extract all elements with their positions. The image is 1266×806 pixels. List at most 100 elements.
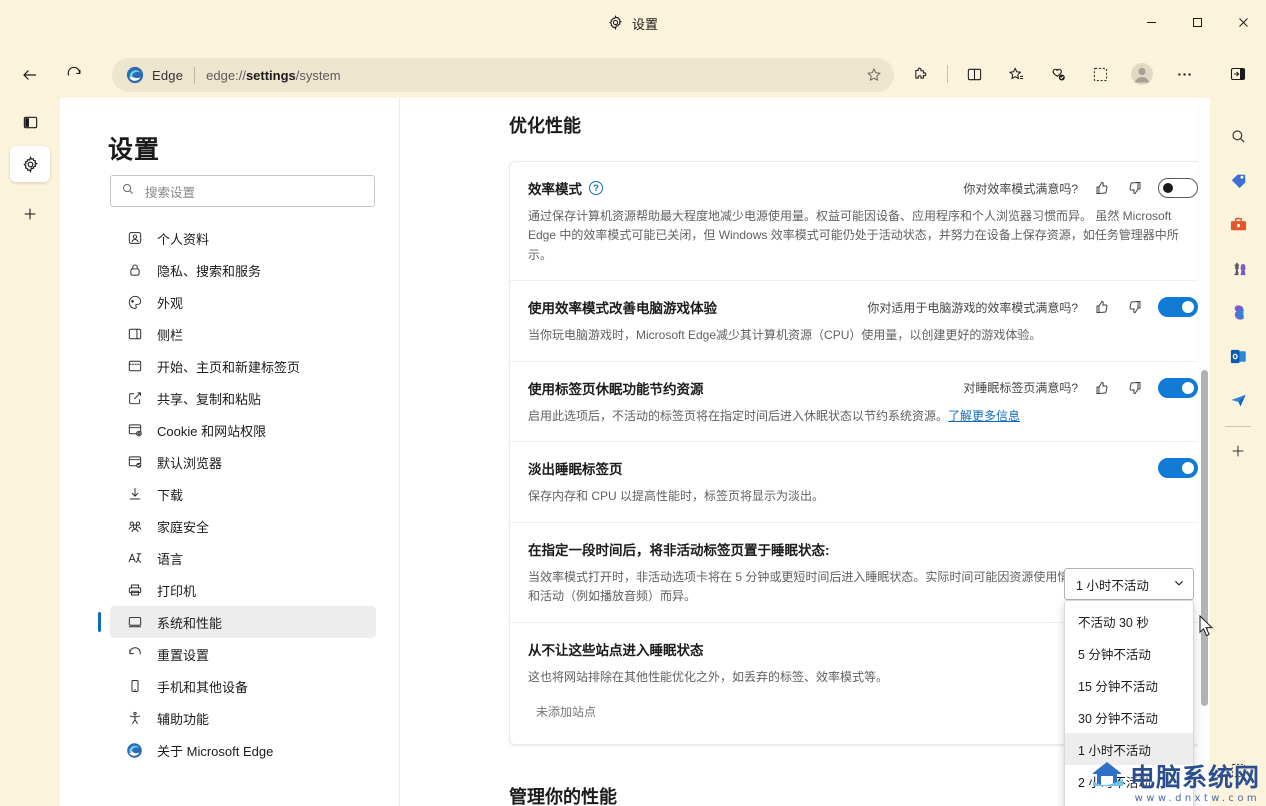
dropdown-option-3[interactable]: 15 分钟不活动 [1065,669,1193,701]
sidebar-item-5[interactable]: 开始、主页和新建标签页 [110,350,376,382]
sidebar-item-10[interactable]: 家庭安全 [110,510,376,542]
system-icon [126,614,143,631]
profile-icon [126,230,143,247]
title-bar: 设置 [0,0,1266,50]
content-scrollbar[interactable] [1198,98,1210,806]
sidebar-item-13[interactable]: 系统和性能 [98,606,376,638]
edge-logo-icon [126,742,143,759]
thumbs-down-icon[interactable] [1125,179,1144,198]
window-title-text: 设置 [631,17,658,32]
address-bar[interactable]: Edge edge://settings/system [112,58,894,92]
thumbs-up-icon[interactable] [1092,378,1111,397]
search-icon[interactable] [1220,118,1256,154]
sidebar-item-15[interactable]: 手机和其他设备 [110,670,376,702]
send-icon[interactable] [1220,382,1256,418]
dropdown-option-6[interactable]: 2 小时不活动 [1065,765,1193,797]
customize-sidebar-icon[interactable] [1220,752,1256,788]
efficiency-mode-toggle[interactable] [1158,178,1198,198]
sleeping-tabs-desc-text: 启用此选项后，不活动的标签页将在指定时间后进入休眠状态以节约系统资源。 [528,408,949,423]
maximize-button[interactable] [1174,0,1220,44]
dropdown-option-4[interactable]: 30 分钟不活动 [1065,701,1193,733]
chevron-down-icon [1173,577,1185,592]
dropdown-option-7[interactable]: 3 小时不活动 [1065,797,1193,806]
thumbs-down-icon[interactable] [1125,378,1144,397]
address-brand-label: Edge [152,67,184,83]
help-icon[interactable]: ? [589,181,603,195]
sidebar-item-11[interactable]: 语言 [110,542,376,574]
mouse-cursor [1199,614,1215,642]
reset-icon [126,646,143,663]
download-icon [126,486,143,503]
lock-icon [126,262,143,279]
address-separator [194,66,196,84]
sidebar-item-label: 默认浏览器 [157,455,223,471]
thumbs-down-icon[interactable] [1125,298,1144,317]
sleeping-tabs-title: 使用标签页休眠功能节约资源 [528,381,704,397]
split-screen-icon[interactable] [958,58,990,90]
minimize-button[interactable] [1128,0,1174,44]
copilot-icon[interactable] [1220,294,1256,330]
sidebar-item-3[interactable]: 外观 [110,286,376,318]
extensions-icon[interactable] [905,58,937,90]
sidebar-toggle-icon[interactable] [1222,58,1254,90]
sidebar-item-17[interactable]: 关于 Microsoft Edge [110,734,376,766]
settings-tab-icon[interactable] [10,146,50,182]
efficiency-mode-label: 效率模式 [528,182,582,197]
sidebar-item-2[interactable]: 隐私、搜索和服务 [110,254,376,286]
settings-page: 设置 搜索设置 个人资料 隐私、搜索和服务 外观 侧栏 开始、主页和新建标签页 共享、复制… [60,98,1210,806]
close-button[interactable] [1220,0,1266,44]
gaming-title: 使用效率模式改善电脑游戏体验 [528,301,717,317]
collections-icon[interactable] [1042,58,1074,90]
sidebar-item-4[interactable]: 侧栏 [110,318,376,350]
new-tab-icon[interactable] [10,196,50,232]
profile-avatar[interactable] [1126,58,1158,90]
games-icon[interactable] [1220,250,1256,286]
sidebar-item-7[interactable]: Cookie 和网站权限 [110,414,376,446]
tab-panel-icon[interactable] [10,104,50,140]
window-title-group: 设置 [0,14,1266,33]
dropdown-option-1[interactable]: 不活动 30 秒 [1065,605,1193,637]
scrollbar-thumb[interactable] [1201,370,1208,706]
star-outline-icon[interactable] [860,61,888,89]
sleeping-tabs-toggle[interactable] [1158,377,1198,398]
fade-tabs-toggle[interactable] [1158,458,1198,479]
gaming-efficiency-toggle[interactable] [1158,297,1198,318]
tools-icon[interactable] [1220,206,1256,242]
vertical-tab-rail [0,98,60,806]
never-sleep-title: 从不让这些站点进入睡眠状态 [528,642,704,658]
sleep-timer-dropdown[interactable]: 1 小时不活动 [1064,568,1194,600]
efficiency-feedback-question: 你对效率模式满意吗? [963,181,1078,196]
learn-more-link[interactable]: 了解更多信息 [948,409,1020,423]
sidebar-item-9[interactable]: 下载 [110,478,376,510]
sidebar-item-8[interactable]: 默认浏览器 [110,446,376,478]
dropdown-option-5[interactable]: 1 小时不活动 [1065,733,1193,765]
thumbs-up-icon[interactable] [1092,179,1111,198]
sidebar-item-12[interactable]: 打印机 [110,574,376,606]
sidebar-item-14[interactable]: 重置设置 [110,638,376,670]
sidebar-item-1[interactable]: 个人资料 [110,222,376,254]
sidebar-item-6[interactable]: 共享、复制和粘贴 [110,382,376,414]
sleeping-tabs-feedback-question: 对睡眠标签页满意吗? [963,381,1078,396]
sidebar-divider [1225,426,1251,427]
search-placeholder: 搜索设置 [145,185,196,200]
sleep-timer-dropdown-list[interactable]: 不活动 30 秒5 分钟不活动 15 分钟不活动 30 分钟不活动 1 小时不活动 2 … [1064,600,1194,806]
more-options-icon[interactable] [1168,58,1200,90]
window-controls [1128,0,1266,44]
search-input[interactable]: 搜索设置 [110,175,375,207]
settings-nav-list: 个人资料 隐私、搜索和服务 外观 侧栏 开始、主页和新建标签页 共享、复制和粘贴 Cooki… [98,222,376,766]
dropdown-option-2[interactable]: 5 分钟不活动 [1065,637,1193,669]
sidebar-item-16[interactable]: 辅助功能 [110,702,376,734]
outlook-icon[interactable] [1220,338,1256,374]
thumbs-up-icon[interactable] [1092,298,1111,317]
family-icon [126,518,143,535]
favorites-icon[interactable] [1000,58,1032,90]
shopping-tag-icon[interactable] [1220,162,1256,198]
appearance-icon [126,294,143,311]
screenshot-icon[interactable] [1084,58,1116,90]
section-heading-optimize: 优化性能 [509,116,581,136]
refresh-icon[interactable] [58,59,90,91]
add-sidebar-app-icon[interactable] [1220,433,1256,469]
back-arrow-icon[interactable] [14,59,46,91]
fade-tabs-title: 淡出睡眠标签页 [528,462,623,478]
sidebar-icon [126,326,143,343]
